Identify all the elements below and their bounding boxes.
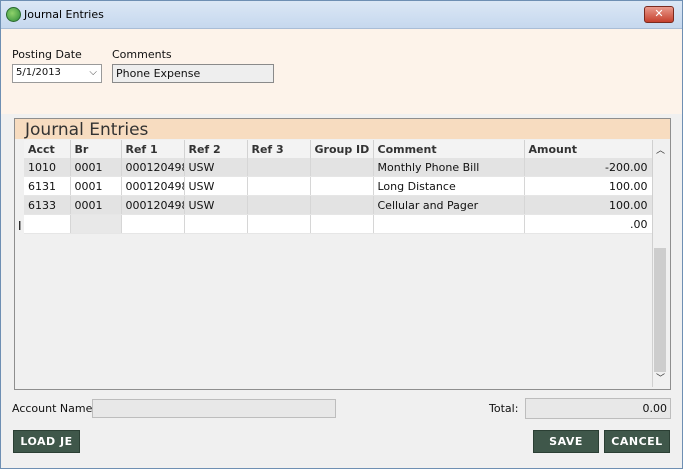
journal-entries-panel: Journal Entries Acct Br Ref 1 Ref 2 Ref …: [14, 118, 671, 390]
header-form: [1, 29, 682, 114]
cell-ref1[interactable]: 000120498: [121, 176, 185, 196]
comments-field[interactable]: Phone Expense: [112, 64, 274, 83]
save-button[interactable]: SAVE: [533, 430, 599, 453]
posting-date-picker[interactable]: 5/1/2013 ⌵: [12, 64, 102, 83]
comments-value: Phone Expense: [116, 67, 201, 80]
cell-group-id[interactable]: [310, 214, 374, 234]
cell-br[interactable]: 0001: [70, 195, 122, 215]
scroll-up-icon[interactable]: ︿: [656, 143, 665, 156]
column-header-amount[interactable]: Amount: [524, 140, 653, 158]
new-entry-row[interactable]: .00: [24, 214, 653, 234]
cell-comment[interactable]: Monthly Phone Bill: [373, 158, 525, 177]
column-header-group-id[interactable]: Group ID: [310, 140, 374, 158]
journal-table: Acct Br Ref 1 Ref 2 Ref 3 Group ID Comme…: [24, 140, 653, 234]
table-row[interactable]: 1010 0001 000120498 USW Monthly Phone Bi…: [24, 158, 653, 177]
cell-br[interactable]: [70, 214, 122, 234]
cell-ref3[interactable]: [247, 214, 311, 234]
cell-acct[interactable]: 6131: [24, 176, 71, 196]
cell-ref3[interactable]: [247, 158, 311, 177]
column-header-acct[interactable]: Acct: [24, 140, 71, 158]
cell-group-id[interactable]: [310, 176, 374, 196]
posting-date-value: 5/1/2013: [16, 67, 61, 78]
load-je-button[interactable]: LOAD JE: [13, 430, 80, 453]
cell-comment[interactable]: [373, 214, 525, 234]
column-header-comment[interactable]: Comment: [373, 140, 525, 158]
cell-acct[interactable]: 6133: [24, 195, 71, 215]
total-field: 0.00: [525, 398, 671, 419]
cell-ref2[interactable]: USW: [184, 158, 248, 177]
table-row[interactable]: 6133 0001 000120498 USW Cellular and Pag…: [24, 195, 653, 215]
journal-entries-window: Journal Entries ✕ Posting Date Comments …: [0, 0, 683, 469]
window-title: Journal Entries: [24, 8, 104, 21]
cell-acct[interactable]: [24, 214, 71, 234]
cell-br[interactable]: 0001: [70, 176, 122, 196]
cell-ref2[interactable]: USW: [184, 195, 248, 215]
text-cursor-icon: I: [18, 219, 22, 233]
column-header-ref2[interactable]: Ref 2: [184, 140, 248, 158]
account-name-label: Account Name:: [12, 402, 97, 415]
cell-comment[interactable]: Cellular and Pager: [373, 195, 525, 215]
close-button[interactable]: ✕: [644, 6, 674, 23]
section-title: Journal Entries: [25, 120, 149, 140]
app-globe-icon: [6, 7, 21, 22]
chevron-down-icon[interactable]: ⌵: [89, 67, 97, 78]
cell-group-id[interactable]: [310, 158, 374, 177]
column-header-ref1[interactable]: Ref 1: [121, 140, 185, 158]
title-bar: Journal Entries ✕: [1, 1, 682, 29]
cell-amount[interactable]: -200.00: [524, 158, 653, 177]
scroll-thumb[interactable]: [654, 248, 666, 372]
cell-acct[interactable]: 1010: [24, 158, 71, 177]
cell-ref1[interactable]: 000120498: [121, 158, 185, 177]
posting-date-label: Posting Date: [12, 48, 82, 61]
cell-br[interactable]: 0001: [70, 158, 122, 177]
cell-ref1[interactable]: [121, 214, 185, 234]
cell-ref3[interactable]: [247, 176, 311, 196]
account-name-field: [92, 399, 336, 418]
cell-ref2[interactable]: USW: [184, 176, 248, 196]
scroll-down-icon[interactable]: ﹀: [656, 371, 665, 384]
cancel-button[interactable]: CANCEL: [604, 430, 670, 453]
cell-ref3[interactable]: [247, 195, 311, 215]
cell-amount[interactable]: 100.00: [524, 176, 653, 196]
journal-entries-header: Journal Entries: [15, 119, 670, 140]
comments-label: Comments: [112, 48, 172, 61]
column-header-ref3[interactable]: Ref 3: [247, 140, 311, 158]
cell-comment[interactable]: Long Distance: [373, 176, 525, 196]
cell-ref2[interactable]: [184, 214, 248, 234]
cell-group-id[interactable]: [310, 195, 374, 215]
vertical-scrollbar[interactable]: ︿ ﹀: [652, 140, 668, 387]
table-row[interactable]: 6131 0001 000120498 USW Long Distance 10…: [24, 176, 653, 196]
cell-amount[interactable]: 100.00: [524, 195, 653, 215]
total-value: 0.00: [642, 402, 668, 415]
cell-ref1[interactable]: 000120498: [121, 195, 185, 215]
cell-amount[interactable]: .00: [524, 214, 653, 234]
total-label: Total:: [489, 402, 519, 415]
column-header-br[interactable]: Br: [70, 140, 122, 158]
journal-grid[interactable]: Acct Br Ref 1 Ref 2 Ref 3 Group ID Comme…: [24, 140, 653, 387]
header-row: Acct Br Ref 1 Ref 2 Ref 3 Group ID Comme…: [24, 140, 653, 158]
